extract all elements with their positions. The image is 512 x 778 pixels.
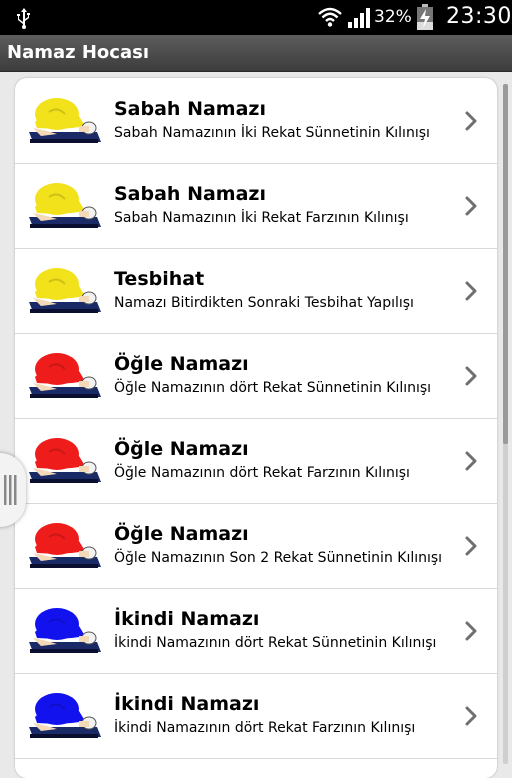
chevron-right-icon bbox=[465, 621, 477, 641]
status-bar: 32% 23:30 bbox=[0, 0, 512, 35]
list-item-title: Öğle Namazı bbox=[114, 523, 249, 545]
drawer-grip-icon bbox=[4, 475, 17, 505]
chevron-right-icon bbox=[465, 451, 477, 471]
list-item-subtitle: Namazı Bitirdikten Sonraki Tesbihat Yapı… bbox=[114, 295, 414, 311]
usb-icon bbox=[17, 8, 30, 29]
list-item-title: Öğle Namazı bbox=[114, 438, 249, 460]
list-item-title: Sabah Namazı bbox=[114, 98, 266, 120]
list-item[interactable]: Öğle Namazı Öğle Namazının dört Rekat Far… bbox=[15, 418, 497, 504]
prostration-figure-icon bbox=[29, 438, 101, 483]
list-item-title: İkindi Namazı bbox=[114, 693, 260, 715]
prostration-figure-icon bbox=[29, 268, 101, 313]
list-item[interactable]: İkindi Namazı İkindi Namazının dört Rekat… bbox=[15, 588, 497, 674]
chevron-right-icon bbox=[465, 196, 477, 216]
prostration-figure-icon bbox=[29, 523, 101, 568]
list-item-title: Öğle Namazı bbox=[114, 353, 249, 375]
chevron-right-icon bbox=[465, 536, 477, 556]
signal-icon bbox=[348, 8, 370, 28]
list-item[interactable]: Sabah Namazı Sabah Namazının İki Rekat Sü… bbox=[15, 78, 497, 164]
prostration-figure-icon bbox=[29, 183, 101, 228]
clock: 23:30 bbox=[446, 4, 512, 29]
list-item-subtitle: Sabah Namazının İki Rekat Farzının Kılın… bbox=[114, 210, 409, 226]
list-item[interactable]: Sabah Namazı Sabah Namazının İki Rekat Fa… bbox=[15, 163, 497, 249]
prostration-figure-icon bbox=[29, 608, 101, 653]
list-item[interactable]: Tesbihat Namazı Bitirdikten Sonraki Tesbi… bbox=[15, 248, 497, 334]
battery-charging-icon bbox=[417, 4, 433, 30]
list-item-subtitle: İkindi Namazının dört Rekat Sünnetinin K… bbox=[114, 635, 437, 651]
battery-percent: 32% bbox=[374, 7, 412, 27]
chevron-right-icon bbox=[465, 366, 477, 386]
prayer-list: Sabah Namazı Sabah Namazının İki Rekat Sü… bbox=[15, 78, 497, 778]
list-item-subtitle: Öğle Namazının Son 2 Rekat Sünnetinin Kı… bbox=[114, 550, 443, 566]
list-item-title: Sabah Namazı bbox=[114, 183, 266, 205]
wifi-icon bbox=[318, 7, 342, 27]
app-title: Namaz Hocası bbox=[7, 42, 149, 63]
list-item-subtitle: Sabah Namazının İki Rekat Sünnetinin Kıl… bbox=[114, 125, 430, 141]
chevron-right-icon bbox=[465, 111, 477, 131]
list-item[interactable]: Öğle Namazı Öğle Namazının Son 2 Rekat Sü… bbox=[15, 503, 497, 589]
prostration-figure-icon bbox=[29, 353, 101, 398]
prostration-figure-icon bbox=[29, 98, 101, 143]
prostration-figure-icon bbox=[29, 693, 101, 738]
list-item[interactable]: Öğle Namazı Öğle Namazının dört Rekat Sün… bbox=[15, 333, 497, 419]
list-item-title: İkindi Namazı bbox=[114, 608, 260, 630]
scrollbar-thumb[interactable] bbox=[503, 84, 508, 444]
list-item-subtitle: Öğle Namazının dört Rekat Sünnetinin Kıl… bbox=[114, 380, 432, 396]
list-item[interactable]: İkindi Namazı İkindi Namazının dört Rekat… bbox=[15, 673, 497, 759]
chevron-right-icon bbox=[465, 706, 477, 726]
chevron-right-icon bbox=[465, 281, 477, 301]
app-title-bar: Namaz Hocası bbox=[0, 35, 512, 72]
list-item-title: Tesbihat bbox=[114, 268, 205, 290]
list-item-subtitle: İkindi Namazının dört Rekat Farzının Kıl… bbox=[114, 720, 416, 736]
list-item-subtitle: Öğle Namazının dört Rekat Farzının Kılın… bbox=[114, 465, 410, 481]
